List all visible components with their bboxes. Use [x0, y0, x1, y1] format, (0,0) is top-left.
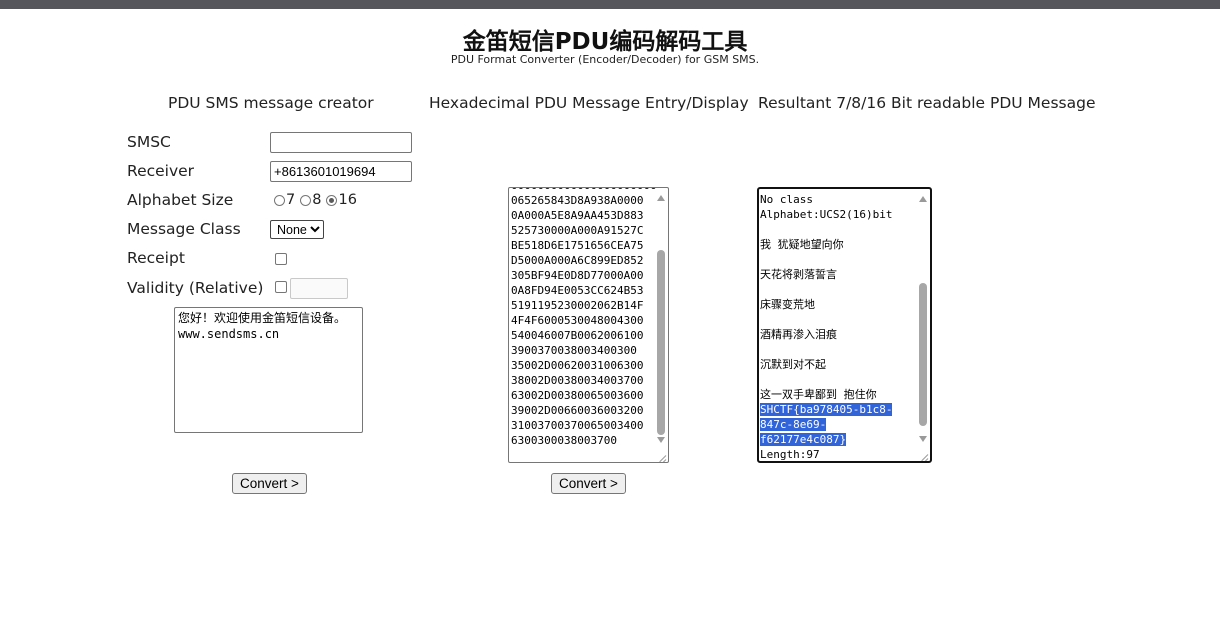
alphabet-8-radio[interactable]: [300, 194, 312, 206]
encode-convert-button[interactable]: Convert >: [232, 473, 307, 494]
result-selected-line: SHCTF{ba978405-b1c8-: [760, 402, 914, 417]
scroll-up-icon[interactable]: [657, 195, 665, 201]
hex-line: 5191195230002062B14F: [511, 299, 644, 312]
page-title: 金笛短信PDU编码解码工具: [462, 29, 748, 55]
receipt-label: Receipt: [127, 249, 185, 267]
resize-grip-icon[interactable]: [655, 449, 667, 461]
alphabet-size-radio-group: 7 8 16: [274, 191, 362, 209]
result-line: 酒精再渗入泪痕: [760, 328, 837, 341]
hex-line: 6300300038003700: [511, 434, 617, 447]
hex-line: 39002D00660036003200: [511, 404, 644, 417]
alphabet-7-radio[interactable]: [274, 194, 285, 206]
result-selected-line: f62177e4c087}: [760, 432, 914, 447]
hex-line: 38002D00380034003700: [511, 374, 644, 387]
hex-line: 3900370038003400300: [511, 344, 637, 357]
page-subtitle: PDU Format Converter (Encoder/Decoder) f…: [450, 53, 760, 66]
result-column-heading: Resultant 7/8/16 Bit readable PDU Messag…: [758, 94, 1096, 112]
flag-selection-highlight: 847c-8e69-: [760, 418, 827, 431]
result-line: [760, 282, 914, 297]
hex-line: 305BF94E0D8D77000A00: [511, 269, 644, 282]
smsc-label: SMSC: [127, 133, 171, 151]
result-line: [760, 342, 914, 357]
message-class-select[interactable]: None: [270, 220, 324, 239]
result-line: 我 犹疑地望向你: [760, 238, 844, 251]
result-line: [760, 222, 914, 237]
hex-pdu-textarea[interactable]: 0000000000000000000000065265843D8A938A00…: [508, 187, 669, 463]
alphabet-16-radio[interactable]: [326, 194, 338, 206]
result-scrollbar[interactable]: [917, 191, 929, 447]
result-line: [760, 372, 914, 387]
validity-label: Validity (Relative): [127, 279, 264, 297]
hex-line: BE518D6E1751656CEA75: [511, 239, 644, 252]
window-top-bar: [0, 0, 1220, 9]
hex-line: 065265843D8A938A0000: [511, 194, 644, 207]
decode-convert-button[interactable]: Convert >: [551, 473, 626, 494]
result-content: No class Alphabet:UCS2(16)bit 我 犹疑地望向你 天花将剥…: [760, 192, 914, 461]
result-line: 床骤变荒地: [760, 298, 815, 311]
validity-input[interactable]: [290, 278, 348, 299]
alphabet-16-label: 16: [338, 192, 357, 208]
result-line: [760, 312, 914, 327]
result-line: Alphabet:UCS2(16)bit: [760, 208, 893, 221]
receiver-label: Receiver: [127, 162, 195, 180]
hex-scrollbar[interactable]: [655, 190, 667, 448]
hex-line: 525730000A000A91527C: [511, 224, 644, 237]
receipt-checkbox[interactable]: [275, 253, 287, 265]
result-line: 这一双手卑鄙到 抱住你: [760, 388, 877, 401]
validity-checkbox[interactable]: [275, 281, 287, 293]
result-line: 沉默到对不起: [760, 358, 826, 371]
hex-line: 31003700370065003400: [511, 419, 644, 432]
hex-line: 540046007B0062006100: [511, 329, 644, 342]
receiver-input[interactable]: [270, 161, 412, 182]
result-length-line: Length:97: [760, 448, 820, 461]
hex-pdu-lines: 0000000000000000000000065265843D8A938A00…: [511, 188, 657, 448]
hex-line: 35002D00620031006300: [511, 359, 644, 372]
alphabet-size-label: Alphabet Size: [127, 191, 234, 209]
result-selected-line: 847c-8e69-: [760, 417, 914, 432]
creator-column-heading: PDU SMS message creator: [168, 94, 374, 112]
flag-selection-highlight: SHCTF{ba978405-b1c8-: [760, 403, 893, 416]
message-textarea[interactable]: 您好！欢迎使用金笛短信设备。www.sendsms.cn: [174, 307, 363, 433]
message-class-label: Message Class: [127, 220, 241, 238]
result-line: No class: [760, 193, 813, 206]
result-textarea[interactable]: No class Alphabet:UCS2(16)bit 我 犹疑地望向你 天花将剥…: [757, 187, 932, 463]
hex-line: D5000A000A6C899ED852: [511, 254, 644, 267]
hex-line: 63002D00380065003600: [511, 389, 644, 402]
hex-line: 0A8FD94E0053CC624B53: [511, 284, 644, 297]
alphabet-8-label: 8: [312, 192, 322, 208]
result-scrollbar-thumb[interactable]: [919, 283, 927, 426]
scroll-down-icon[interactable]: [919, 436, 927, 442]
scroll-down-icon[interactable]: [657, 437, 665, 443]
hex-line: 4F4F6000530048004300: [511, 314, 644, 327]
alphabet-7-label: 7: [286, 192, 296, 208]
hex-line: 0A000A5E8A9AA453D883: [511, 209, 644, 222]
hex-scrollbar-thumb[interactable]: [657, 250, 665, 435]
resize-grip-icon[interactable]: [917, 448, 929, 460]
hex-column-heading: Hexadecimal PDU Message Entry/Display: [429, 94, 749, 112]
result-line: [760, 252, 914, 267]
result-line: 天花将剥落誓言: [760, 268, 837, 281]
scroll-up-icon[interactable]: [919, 196, 927, 202]
flag-selection-highlight: f62177e4c087}: [760, 433, 847, 446]
smsc-input[interactable]: [270, 132, 412, 153]
